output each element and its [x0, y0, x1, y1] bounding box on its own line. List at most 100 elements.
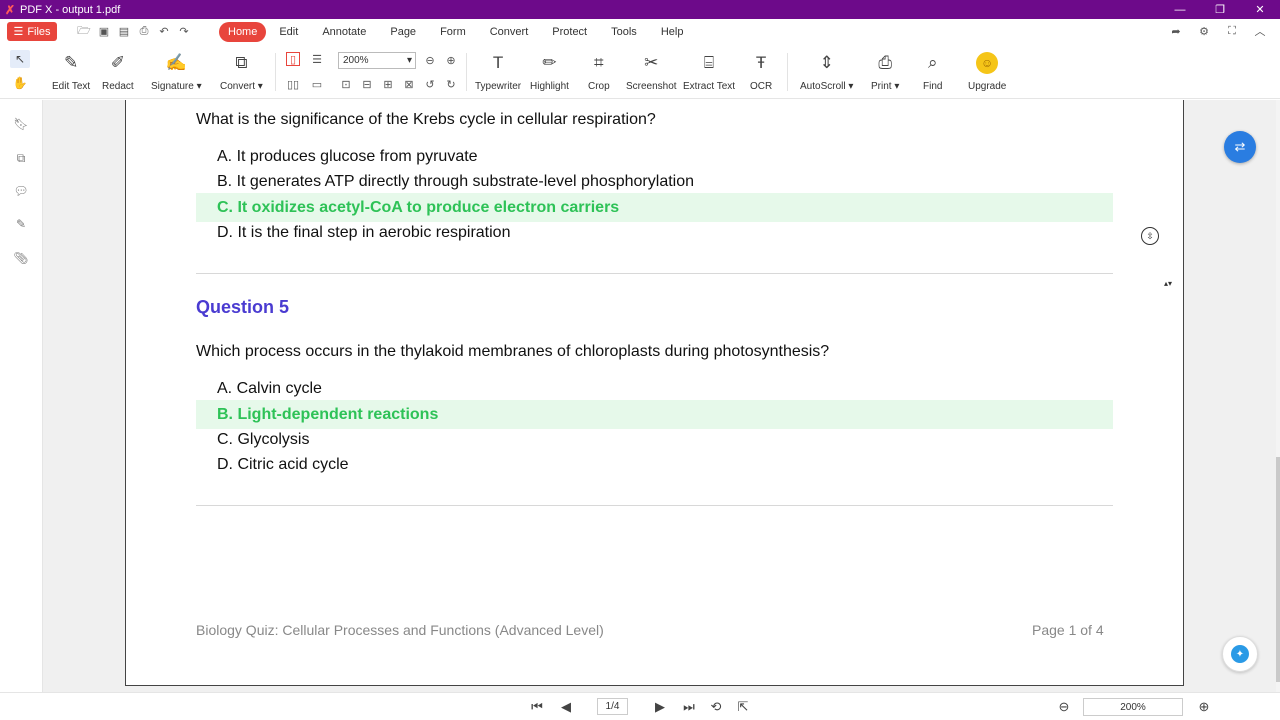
tab-annotate[interactable]: Annotate: [311, 22, 377, 42]
typewriter-button[interactable]: T Typewriter: [475, 49, 521, 92]
edit-text-button[interactable]: ✎ Edit Text: [52, 49, 90, 92]
print-quick-icon[interactable]: ⎙: [137, 24, 151, 38]
rotate-left-icon[interactable]: ↺: [423, 77, 437, 91]
chevron-down-icon: ▾: [406, 55, 412, 66]
status-zoom-field[interactable]: 200%: [1083, 698, 1183, 716]
comments-icon[interactable]: 💬︎: [13, 183, 29, 199]
save-as-icon[interactable]: ▤: [117, 24, 131, 38]
question-5-text: Which process occurs in the thylakoid me…: [196, 343, 830, 360]
settings-icon[interactable]: ⚙: [1198, 24, 1210, 38]
tab-home[interactable]: Home: [219, 22, 267, 42]
cursor-tools: ↖ ✋: [10, 50, 30, 92]
zoom-in-icon[interactable]: ⊕: [444, 53, 458, 67]
question-4-option-d: D. It is the final step in aerobic respi…: [217, 223, 511, 241]
screenshot-icon: ✂: [644, 53, 659, 72]
collapse-ribbon-icon[interactable]: ︿: [1254, 24, 1266, 38]
undo-icon[interactable]: ↶: [157, 24, 171, 38]
redact-button[interactable]: ✐ Redact: [102, 49, 134, 92]
screenshot-button[interactable]: ✂ Screenshot: [626, 49, 677, 92]
document-viewport: What is the significance of the Krebs cy…: [43, 100, 1276, 692]
fit-visible-icon[interactable]: ⊠: [402, 77, 416, 91]
page-footer-title: Biology Quiz: Cellular Processes and Fun…: [196, 622, 604, 638]
translate-button[interactable]: ⇄: [1224, 131, 1256, 163]
cover-view-icon[interactable]: ▭: [310, 77, 324, 91]
status-zoom-out-icon[interactable]: ⊖: [1056, 699, 1072, 715]
continuous-view-icon[interactable]: ☰: [310, 52, 324, 66]
tab-form[interactable]: Form: [429, 22, 477, 42]
upgrade-icon: ☺: [976, 52, 999, 74]
signature-icon: ✍: [165, 53, 187, 72]
tab-edit[interactable]: Edit: [268, 22, 309, 42]
app-logo-icon: ✗: [4, 2, 16, 17]
redo-icon[interactable]: ↷: [177, 24, 191, 38]
close-button[interactable]: ✕: [1240, 0, 1280, 19]
first-page-icon[interactable]: ⏮: [529, 699, 545, 715]
files-button[interactable]: ☰ Files: [7, 22, 57, 41]
print-button[interactable]: ⎙ Print ▾: [871, 49, 899, 92]
previous-page-icon[interactable]: ◀: [558, 699, 574, 715]
rotate-right-icon[interactable]: ↻: [444, 77, 458, 91]
extract-text-button[interactable]: ⌸ Extract Text: [683, 49, 735, 92]
scrollbar-thumb[interactable]: [1276, 457, 1280, 682]
ai-assistant-button[interactable]: ✦: [1222, 636, 1258, 672]
highlight-icon: ✏: [542, 53, 557, 72]
maximize-button[interactable]: ❐: [1200, 0, 1240, 19]
toolbar-divider: [466, 53, 467, 91]
save-icon[interactable]: ▣: [97, 24, 111, 38]
menu-right-actions: ➦ ⚙ ⛶ ︿: [1170, 24, 1266, 39]
thumbnails-icon[interactable]: ⧉: [13, 150, 29, 166]
share-icon[interactable]: ➦: [1170, 24, 1182, 38]
vertical-scrollbar[interactable]: [1276, 100, 1280, 692]
convert-button[interactable]: ⧉ Convert ▾: [220, 49, 263, 92]
quick-access-toolbar: 🗁 ▣ ▤ ⎙ ↶ ↷: [77, 24, 191, 38]
crop-icon: ⌗: [594, 53, 604, 72]
printer-icon: ⎙: [878, 53, 892, 72]
tab-protect[interactable]: Protect: [541, 22, 598, 42]
actual-size-icon[interactable]: ⊞: [381, 77, 395, 91]
attachment-icon[interactable]: 📎︎: [13, 250, 29, 266]
next-view-icon[interactable]: ⇱: [735, 699, 751, 715]
question-4-text: What is the significance of the Krebs cy…: [196, 111, 656, 128]
tab-tools[interactable]: Tools: [600, 22, 648, 42]
tab-help[interactable]: Help: [650, 22, 695, 42]
autoscroll-button[interactable]: ⇕ AutoScroll ▾: [800, 49, 853, 92]
menu-tabs: Home Edit Annotate Page Form Convert Pro…: [219, 22, 696, 42]
open-folder-icon[interactable]: 🗁: [77, 24, 91, 38]
scroll-handle-button[interactable]: ⇳: [1141, 227, 1159, 245]
tab-convert[interactable]: Convert: [479, 22, 540, 42]
signature-button[interactable]: ✍ Signature ▾: [151, 49, 202, 92]
tab-page[interactable]: Page: [379, 22, 427, 42]
next-page-icon[interactable]: ▶: [652, 699, 668, 715]
crop-button[interactable]: ⌗ Crop: [588, 49, 610, 92]
select-cursor-icon[interactable]: ↖: [10, 50, 30, 68]
page-number-input[interactable]: 1/4: [597, 698, 628, 715]
highlight-button[interactable]: ✏ Highlight: [530, 49, 569, 92]
hand-tool-icon[interactable]: ✋: [10, 74, 30, 92]
bookmark-icon[interactable]: 🔖︎: [13, 116, 29, 132]
find-button[interactable]: ⌕ Find: [923, 49, 942, 92]
window-controls: — ❐ ✕: [1160, 0, 1280, 19]
status-zoom-in-icon[interactable]: ⊕: [1196, 699, 1212, 715]
assistant-icon: ✦: [1231, 645, 1249, 663]
ocr-button[interactable]: Ŧ OCR: [750, 49, 772, 92]
previous-view-icon[interactable]: ⟲: [708, 699, 724, 715]
question-divider: [196, 273, 1113, 274]
zoom-out-icon[interactable]: ⊖: [423, 53, 437, 67]
zoom-select[interactable]: 200% ▾: [338, 52, 416, 69]
single-page-view-icon[interactable]: ▯: [286, 52, 300, 66]
upgrade-button[interactable]: ☺ Upgrade: [968, 49, 1006, 92]
fit-page-icon[interactable]: ⊡: [339, 77, 353, 91]
last-page-icon[interactable]: ⏭: [681, 699, 697, 715]
fullscreen-icon[interactable]: ⛶: [1226, 24, 1238, 38]
hamburger-icon: ☰: [13, 26, 24, 38]
toolbar-divider: [787, 53, 788, 91]
status-bar: ⏮ ◀ 1/4 ▶ ⏭ ⟲ ⇱ ⊖ 200% ⊕: [0, 692, 1280, 720]
toolbar-divider: [275, 53, 276, 91]
signatures-panel-icon[interactable]: ✎: [13, 216, 29, 232]
autoscroll-icon: ⇕: [819, 53, 834, 72]
two-page-view-icon[interactable]: ▯▯: [286, 77, 300, 91]
question-4-option-b: B. It generates ATP directly through sub…: [217, 172, 695, 190]
minimize-button[interactable]: —: [1160, 0, 1200, 19]
fit-width-icon[interactable]: ⊟: [360, 77, 374, 91]
ocr-icon: Ŧ: [755, 53, 767, 72]
